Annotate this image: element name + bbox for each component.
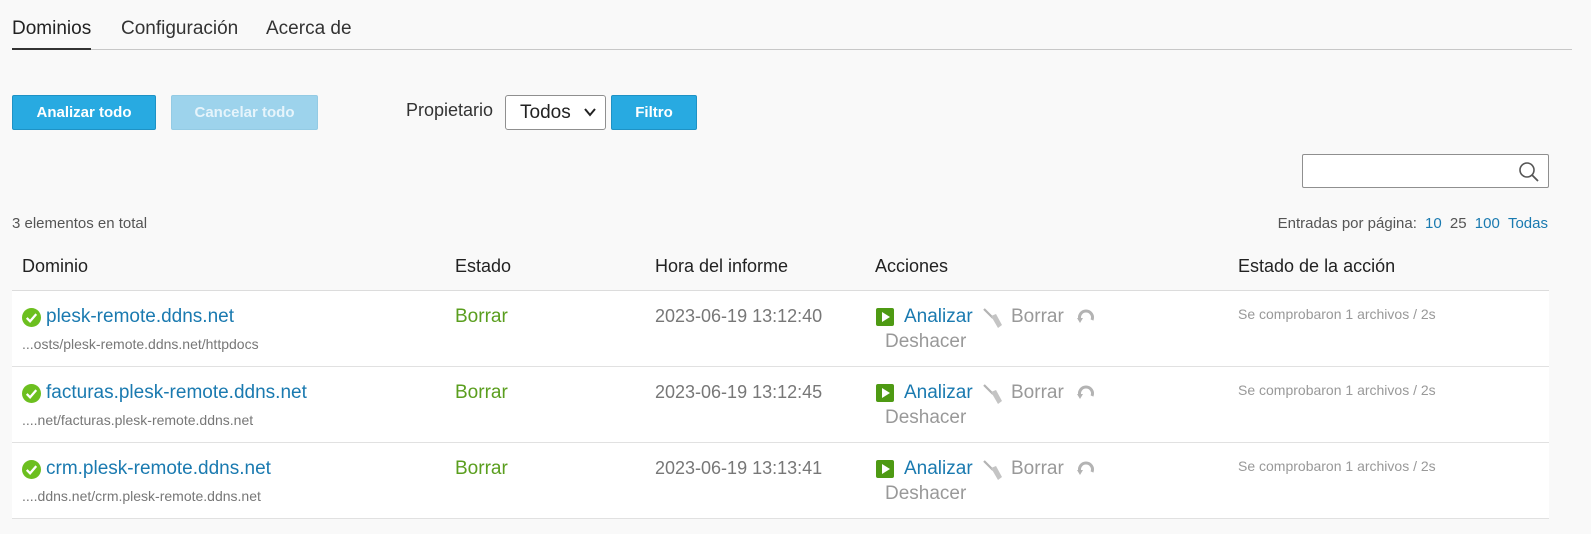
table-row: plesk-remote.ddns.net ...osts/plesk-remo… — [12, 291, 1549, 367]
per-page-label: Entradas por página: — [1277, 215, 1417, 232]
search-input[interactable] — [1303, 155, 1503, 187]
report-time: 2023-06-19 13:13:41 — [655, 458, 823, 478]
domain-link[interactable]: plesk-remote.ddns.net — [46, 306, 234, 328]
broom-icon — [983, 308, 1002, 328]
chevron-down-icon — [584, 108, 596, 117]
domain-link[interactable]: crm.plesk-remote.ddns.net — [46, 458, 271, 480]
broom-icon — [983, 384, 1002, 404]
page: Dominios Configuración Acerca de Analiza… — [0, 0, 1591, 534]
broom-icon — [983, 460, 1002, 480]
header-domain[interactable]: Dominio — [22, 256, 88, 277]
tab-configuracion[interactable]: Configuración — [121, 18, 238, 48]
action-status: Se comprobaron 1 archivos / 2s — [1238, 382, 1436, 398]
play-icon[interactable] — [876, 460, 894, 478]
report-time: 2023-06-19 13:12:40 — [655, 306, 823, 326]
table-row: facturas.plesk-remote.ddns.net ....net/f… — [12, 367, 1549, 443]
analyze-action[interactable]: Analizar — [904, 382, 973, 404]
report-time: 2023-06-19 13:12:45 — [655, 382, 823, 402]
check-circle-icon — [22, 308, 41, 327]
analyze-action[interactable]: Analizar — [904, 458, 973, 480]
tab-dominios[interactable]: Dominios — [12, 18, 92, 50]
action-status: Se comprobaron 1 archivos / 2s — [1238, 458, 1436, 474]
delete-action: Borrar — [1011, 382, 1064, 403]
status-text: Borrar — [455, 306, 508, 327]
undo-action: Deshacer — [885, 331, 967, 352]
undo-action: Deshacer — [885, 483, 967, 504]
domain-path: ...osts/plesk-remote.ddns.net/httpdocs — [22, 336, 259, 352]
status-text: Borrar — [455, 458, 508, 479]
table-row: crm.plesk-remote.ddns.net ....ddns.net/c… — [12, 443, 1549, 519]
check-circle-icon — [22, 460, 41, 479]
action-status: Se comprobaron 1 archivos / 2s — [1238, 306, 1436, 322]
play-icon[interactable] — [876, 384, 894, 402]
per-page-option-100[interactable]: 100 — [1475, 215, 1500, 232]
delete-action: Borrar — [1011, 458, 1064, 479]
cancel-all-button[interactable]: Cancelar todo — [171, 95, 318, 130]
check-circle-icon — [22, 384, 41, 403]
tab-acerca-de[interactable]: Acerca de — [266, 18, 352, 48]
header-actions: Acciones — [875, 256, 949, 276]
table-header: Dominio Estado Hora del informe Acciones… — [12, 240, 1549, 291]
analyze-action[interactable]: Analizar — [904, 306, 973, 328]
undo-icon — [1077, 309, 1094, 323]
header-report-time[interactable]: Hora del informe — [655, 256, 788, 277]
search-box — [1302, 154, 1549, 188]
domain-path: ....ddns.net/crm.plesk-remote.ddns.net — [22, 488, 261, 504]
header-action-status: Estado de la acción — [1238, 256, 1396, 276]
undo-icon — [1077, 461, 1094, 475]
domain-path: ....net/facturas.plesk-remote.ddns.net — [22, 412, 254, 428]
undo-action: Deshacer — [885, 407, 967, 428]
analyze-all-button[interactable]: Analizar todo — [12, 95, 156, 130]
domains-table: Dominio Estado Hora del informe Acciones… — [12, 240, 1549, 519]
search-icon[interactable] — [1518, 161, 1540, 183]
per-page-option-all[interactable]: Todas — [1508, 215, 1548, 232]
header-status[interactable]: Estado — [455, 256, 511, 277]
play-icon[interactable] — [876, 308, 894, 326]
owner-select[interactable]: Todos — [505, 95, 606, 130]
delete-action: Borrar — [1011, 306, 1064, 327]
owner-label: Propietario — [406, 100, 494, 120]
domain-link[interactable]: facturas.plesk-remote.ddns.net — [46, 382, 307, 404]
filter-button[interactable]: Filtro — [611, 95, 697, 130]
tab-bar: Dominios Configuración Acerca de — [12, 0, 1572, 50]
total-count: 3 elementos en total — [12, 215, 148, 232]
status-text: Borrar — [455, 382, 508, 403]
undo-icon — [1077, 385, 1094, 399]
owner-select-value: Todos — [520, 101, 571, 123]
per-page-option-25: 25 — [1449, 215, 1467, 232]
per-page-option-10[interactable]: 10 — [1425, 215, 1442, 232]
per-page-selector: Entradas por página: 10 25 100 Todas — [1278, 215, 1548, 232]
